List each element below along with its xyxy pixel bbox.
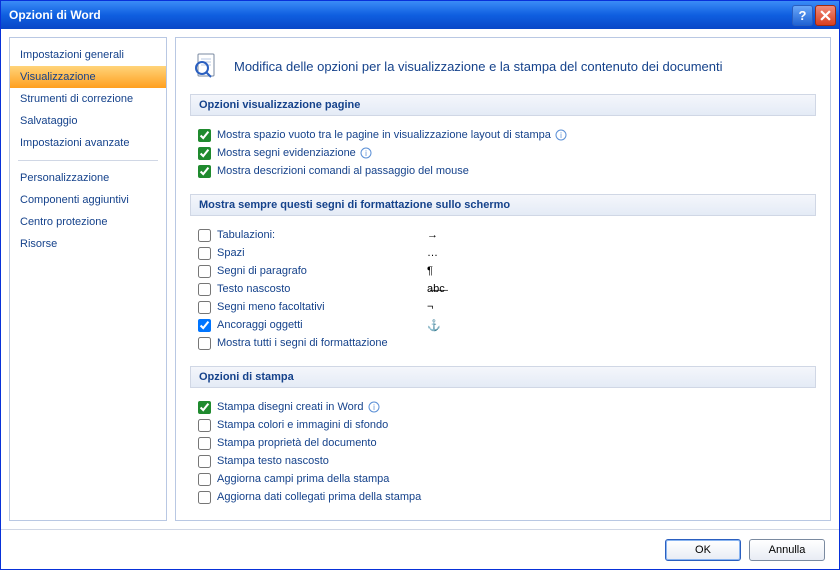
dialog-footer: OK Annulla xyxy=(1,529,839,569)
titlebar-buttons: ? xyxy=(792,5,836,26)
info-icon[interactable]: i xyxy=(555,129,567,141)
svg-text:i: i xyxy=(373,403,375,412)
opt-print-hidden-text[interactable]: Stampa testo nascosto xyxy=(198,452,816,470)
sidebar-item-general[interactable]: Impostazioni generali xyxy=(10,44,166,66)
checkbox[interactable] xyxy=(198,491,211,504)
checkbox[interactable] xyxy=(198,473,211,486)
section-header-print-options: Opzioni di stampa xyxy=(190,366,816,388)
section-page-display-options: Mostra spazio vuoto tra le pagine in vis… xyxy=(190,124,816,194)
opt-whitespace-between-pages[interactable]: Mostra spazio vuoto tra le pagine in vis… xyxy=(198,126,816,144)
sidebar: Impostazioni generali Visualizzazione St… xyxy=(9,37,167,521)
sidebar-item-advanced[interactable]: Impostazioni avanzate xyxy=(10,132,166,154)
dialog-body: Impostazioni generali Visualizzazione St… xyxy=(1,29,839,529)
sidebar-item-display[interactable]: Visualizzazione xyxy=(10,66,166,88)
opt-hidden-text[interactable]: Testo nascosto a̶b̶c̶ xyxy=(198,280,816,298)
help-button[interactable]: ? xyxy=(792,5,813,26)
opt-highlighter-marks[interactable]: Mostra segni evidenziazione i xyxy=(198,144,816,162)
paragraph-symbol: ¶ xyxy=(427,265,433,277)
hidden-text-symbol: a̶b̶c̶ xyxy=(427,283,445,295)
checkbox[interactable] xyxy=(198,147,211,160)
close-icon xyxy=(820,10,831,21)
opt-object-anchors[interactable]: Ancoraggi oggetti ⚓ xyxy=(198,316,816,334)
svg-text:i: i xyxy=(365,149,367,158)
checkbox[interactable] xyxy=(198,129,211,142)
opt-paragraph-marks[interactable]: Segni di paragrafo ¶ xyxy=(198,262,816,280)
checkbox[interactable] xyxy=(198,301,211,314)
opt-tabs[interactable]: Tabulazioni: → xyxy=(198,226,816,244)
checkbox[interactable] xyxy=(198,419,211,432)
opt-spaces[interactable]: Spazi … xyxy=(198,244,816,262)
hyphen-symbol: ¬ xyxy=(427,301,433,313)
opt-all-formatting-marks[interactable]: Mostra tutti i segni di formattazione xyxy=(198,334,816,352)
checkbox[interactable] xyxy=(198,401,211,414)
svg-text:i: i xyxy=(560,131,562,140)
checkbox[interactable] xyxy=(198,337,211,350)
checkbox[interactable] xyxy=(198,283,211,296)
sidebar-item-resources[interactable]: Risorse xyxy=(10,233,166,255)
checkbox[interactable] xyxy=(198,437,211,450)
titlebar: Opzioni di Word ? xyxy=(1,1,839,29)
page-magnify-icon xyxy=(190,50,222,82)
header-row: Modifica delle opzioni per la visualizza… xyxy=(190,50,816,82)
opt-print-properties[interactable]: Stampa proprietà del documento xyxy=(198,434,816,452)
checkbox[interactable] xyxy=(198,165,211,178)
ok-button[interactable]: OK xyxy=(665,539,741,561)
space-symbol: … xyxy=(427,247,438,259)
close-button[interactable] xyxy=(815,5,836,26)
sidebar-item-save[interactable]: Salvataggio xyxy=(10,110,166,132)
opt-print-drawings[interactable]: Stampa disegni creati in Word i xyxy=(198,398,816,416)
opt-update-linked-data[interactable]: Aggiorna dati collegati prima della stam… xyxy=(198,488,816,506)
main-panel: Modifica delle opzioni per la visualizza… xyxy=(175,37,831,521)
header-text: Modifica delle opzioni per la visualizza… xyxy=(234,59,723,74)
checkbox[interactable] xyxy=(198,319,211,332)
options-dialog: Opzioni di Word ? Impostazioni generali … xyxy=(0,0,840,570)
section-print-options: Stampa disegni creati in Word i Stampa c… xyxy=(190,396,816,520)
section-formatting-marks-options: Tabulazioni: → Spazi … Segni di paragraf… xyxy=(190,224,816,366)
checkbox[interactable] xyxy=(198,229,211,242)
sidebar-separator xyxy=(18,160,158,161)
checkbox[interactable] xyxy=(198,455,211,468)
opt-print-background[interactable]: Stampa colori e immagini di sfondo xyxy=(198,416,816,434)
section-header-page-display: Opzioni visualizzazione pagine xyxy=(190,94,816,116)
sidebar-item-trust[interactable]: Centro protezione xyxy=(10,211,166,233)
section-header-formatting-marks: Mostra sempre questi segni di formattazi… xyxy=(190,194,816,216)
opt-tooltips-on-hover[interactable]: Mostra descrizioni comandi al passaggio … xyxy=(198,162,816,180)
cancel-button[interactable]: Annulla xyxy=(749,539,825,561)
titlebar-title: Opzioni di Word xyxy=(9,8,792,22)
tab-symbol: → xyxy=(427,229,438,241)
opt-update-fields[interactable]: Aggiorna campi prima della stampa xyxy=(198,470,816,488)
checkbox[interactable] xyxy=(198,265,211,278)
sidebar-item-addins[interactable]: Componenti aggiuntivi xyxy=(10,189,166,211)
checkbox[interactable] xyxy=(198,247,211,260)
sidebar-item-customize[interactable]: Personalizzazione xyxy=(10,167,166,189)
anchor-symbol: ⚓ xyxy=(427,319,441,332)
sidebar-item-proofing[interactable]: Strumenti di correzione xyxy=(10,88,166,110)
info-icon[interactable]: i xyxy=(368,401,380,413)
opt-optional-hyphens[interactable]: Segni meno facoltativi ¬ xyxy=(198,298,816,316)
info-icon[interactable]: i xyxy=(360,147,372,159)
